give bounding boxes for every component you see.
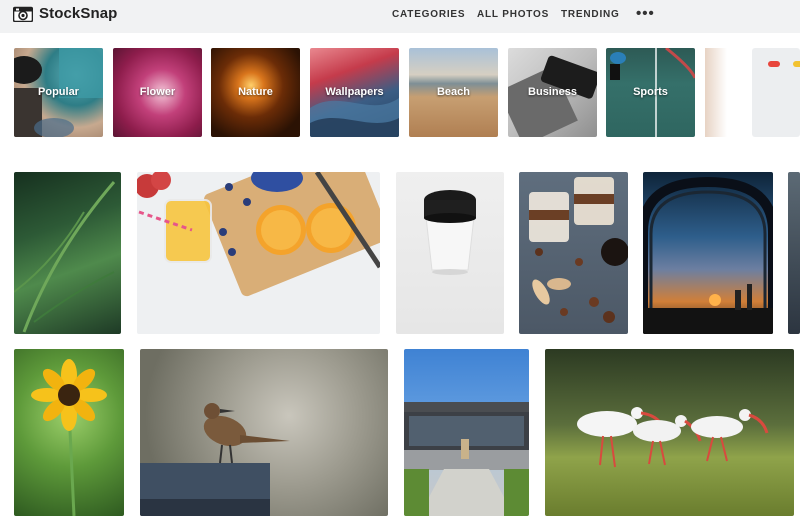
category-label: Nature [238,86,273,98]
yellow-flower-photo [31,359,107,516]
category-label: Wallpapers [325,86,384,98]
nav-categories[interactable]: CATEGORIES [392,9,465,20]
top-header: StockSnap CATEGORIES ALL PHOTOS TRENDING… [0,0,800,33]
photo-yellow-flower[interactable] [14,349,124,516]
category-tile-popular[interactable]: Popular [14,48,103,137]
photo-orange-juice[interactable] [137,172,380,334]
photo-white-ibis[interactable] [545,349,794,516]
category-tile-business[interactable]: Business [508,48,597,137]
category-tile-beach[interactable]: Beach [409,48,498,137]
nav-all-photos[interactable]: ALL PHOTOS [477,9,549,20]
coffee-beans-photo [529,177,628,323]
logo[interactable]: StockSnap [13,5,117,22]
category-tile-partial [705,48,727,137]
photo-partial[interactable] [788,172,800,334]
category-label: Sports [633,86,668,98]
carousel-dot-icon[interactable] [768,61,780,67]
coffee-cup-photo [424,190,476,275]
category-label: Business [528,86,577,98]
building-photo [404,402,529,516]
category-tile-sports[interactable]: Sports [606,48,695,137]
photo-bird-on-post[interactable] [140,349,388,516]
category-label: Flower [139,86,176,98]
ibis-photo [577,407,769,468]
photo-fern[interactable] [14,172,121,334]
category-tile-flower[interactable]: Flower [113,48,202,137]
camera-icon [13,6,33,22]
carousel-dot-icon[interactable] [793,61,800,67]
brand-name: StockSnap [39,5,118,22]
more-menu-icon[interactable]: ••• [636,6,655,21]
city-sunset-photo [643,176,773,334]
category-tile-nature[interactable]: Nature [211,48,300,137]
photo-coffee-beans-dessert[interactable] [519,172,628,334]
nav-trending[interactable]: TRENDING [561,9,620,20]
orange-juice-photo [137,172,380,297]
category-label: Popular [38,86,79,98]
photo-coffee-cup[interactable] [396,172,504,334]
category-tile-wallpapers[interactable]: Wallpapers [310,48,399,137]
category-label: Beach [436,86,471,98]
bird-photo [140,403,290,516]
photo-building-walkway[interactable] [404,349,529,516]
fern-photo [14,181,116,333]
photo-city-sunset-arch[interactable] [643,172,773,334]
